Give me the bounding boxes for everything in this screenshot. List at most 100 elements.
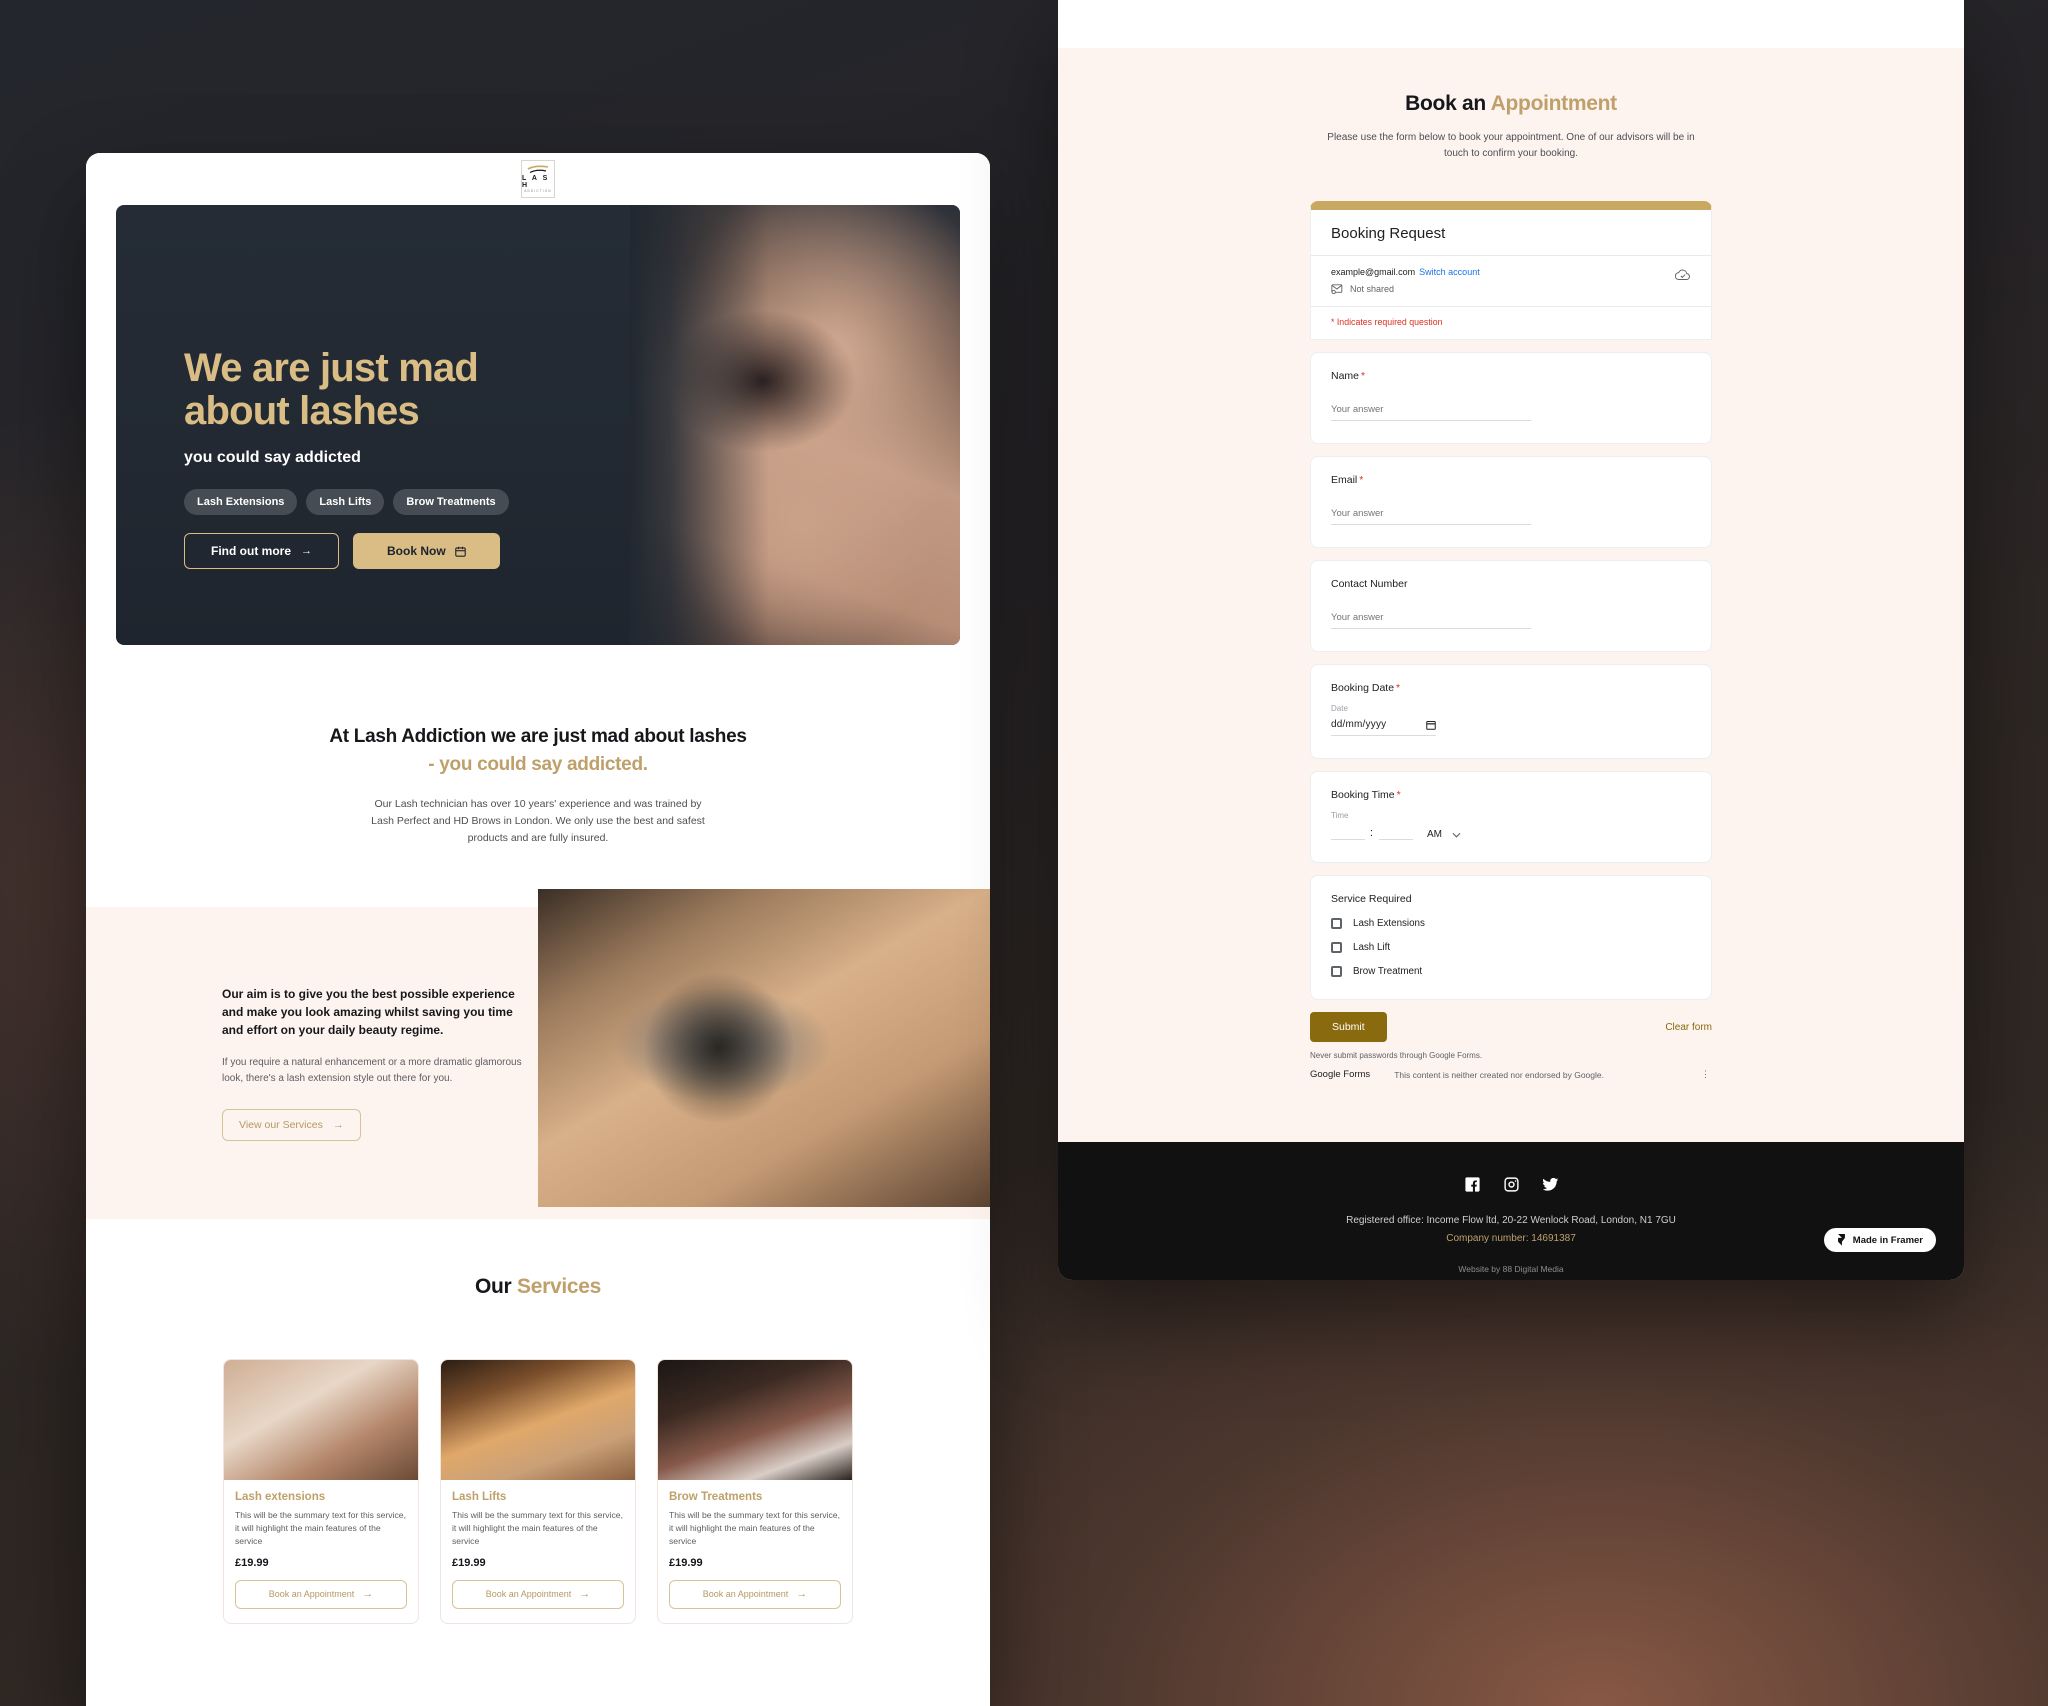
date-value: dd/mm/yyyy xyxy=(1331,719,1387,730)
checkbox-icon[interactable] xyxy=(1331,942,1342,953)
required-star: * xyxy=(1396,789,1401,801)
booking-page-topbar xyxy=(1058,0,1964,48)
book-appointment-button[interactable]: Book an Appointment → xyxy=(669,1579,841,1609)
email-input[interactable]: Your answer xyxy=(1331,508,1531,525)
google-form: Booking Request example@gmail.com Switch … xyxy=(1310,201,1712,1080)
checkbox-row-lash-extensions[interactable]: Lash Extensions xyxy=(1331,918,1691,929)
not-shared-label: Not shared xyxy=(1350,284,1395,294)
checkbox-row-brow-treatment[interactable]: Brow Treatment xyxy=(1331,966,1691,977)
hero-model-photo xyxy=(630,205,960,645)
instagram-icon[interactable] xyxy=(1503,1176,1520,1193)
checkbox-icon[interactable] xyxy=(1331,966,1342,977)
google-forms-footer: Google Forms This content is neither cre… xyxy=(1310,1069,1712,1080)
find-out-more-button[interactable]: Find out more → xyxy=(184,533,339,570)
pill-lash-lifts[interactable]: Lash Lifts xyxy=(306,489,385,516)
google-forms-disclaimer: This content is neither created nor endo… xyxy=(1394,1069,1604,1080)
clear-form-link[interactable]: Clear form xyxy=(1665,1022,1712,1033)
contact-number-input[interactable]: Your answer xyxy=(1331,612,1531,629)
logo-wordmark: L A S H xyxy=(522,174,550,189)
google-form-title: Booking Request xyxy=(1311,210,1711,256)
calendar-picker-icon[interactable] xyxy=(1426,720,1436,730)
service-title: Brow Treatments xyxy=(669,1491,763,1504)
services-heading: Our Services xyxy=(86,1275,990,1299)
arrow-right-icon: → xyxy=(362,1587,374,1600)
aim-eye-photo xyxy=(538,889,990,1208)
question-card-service-required: Service Required Lash Extensions Lash Li… xyxy=(1310,875,1712,1000)
lash-addiction-logo[interactable]: L A S H ADDICTION xyxy=(521,160,555,198)
booking-page-card: Book an Appointment Please use the form … xyxy=(1058,0,1964,1280)
service-price: £19.99 xyxy=(669,1556,703,1569)
password-warning-note: Never submit passwords through Google Fo… xyxy=(1310,1051,1483,1060)
aim-section: Our aim is to give you the best possible… xyxy=(86,889,990,1220)
submit-button[interactable]: Submit xyxy=(1310,1012,1387,1042)
checkbox-icon[interactable] xyxy=(1331,918,1342,929)
booking-heading-black: Book an xyxy=(1405,92,1491,115)
find-out-more-label: Find out more xyxy=(211,544,291,559)
service-card[interactable]: Brow Treatments This will be the summary… xyxy=(657,1359,853,1624)
pill-lash-extensions[interactable]: Lash Extensions xyxy=(184,489,298,516)
meridiem-select[interactable]: AM xyxy=(1427,829,1461,840)
book-now-label: Book Now xyxy=(387,544,446,559)
question-label: Name * xyxy=(1331,370,1691,382)
service-summary: This will be the summary text for this s… xyxy=(235,1510,406,1546)
made-in-framer-badge[interactable]: Made in Framer xyxy=(1823,1228,1936,1252)
services-heading-black: Our xyxy=(475,1275,517,1299)
service-card[interactable]: Lash Lifts This will be the summary text… xyxy=(440,1359,636,1624)
arrow-right-icon: → xyxy=(332,1118,344,1131)
more-options-icon[interactable]: ⋮ xyxy=(1701,1069,1710,1078)
question-label: Booking Time * xyxy=(1331,789,1691,801)
chevron-down-icon[interactable] xyxy=(1452,832,1461,838)
service-card[interactable]: Lash extensions This will be the summary… xyxy=(223,1359,419,1624)
service-thumbnail xyxy=(658,1360,852,1481)
minute-input[interactable] xyxy=(1379,826,1413,840)
book-now-button[interactable]: Book Now xyxy=(353,533,500,570)
required-question-note: * Indicates required question xyxy=(1331,317,1443,327)
not-shared-icon xyxy=(1331,284,1343,294)
question-card-name: Name * Your answer xyxy=(1310,352,1712,444)
question-label: Booking Date * xyxy=(1331,682,1691,694)
checkbox-row-lash-lift[interactable]: Lash Lift xyxy=(1331,942,1691,953)
site-navbar: L A S H ADDICTION xyxy=(86,153,990,205)
book-appointment-button[interactable]: Book an Appointment → xyxy=(452,1579,624,1609)
booking-heading-gold: Appointment xyxy=(1490,92,1617,115)
arrow-right-icon: → xyxy=(579,1587,591,1600)
cloud-saved-icon xyxy=(1675,269,1690,281)
booking-date-input[interactable]: dd/mm/yyyy xyxy=(1331,719,1436,736)
question-card-booking-date: Booking Date * Date dd/mm/yyyy xyxy=(1310,664,1712,759)
about-heading: At Lash Addiction we are just mad about … xyxy=(86,723,990,778)
services-section: Our Services Lash extensions This will b… xyxy=(86,1219,990,1704)
pill-brow-treatments[interactable]: Brow Treatments xyxy=(393,489,509,516)
registered-office-text: Registered office: Income Flow ltd, 20-2… xyxy=(1346,1215,1676,1226)
checkbox-label: Lash Extensions xyxy=(1353,918,1425,929)
service-required-label: Service Required xyxy=(1331,893,1412,905)
hero-heading: We are just mad about lashes xyxy=(184,346,509,433)
service-summary: This will be the summary text for this s… xyxy=(669,1510,840,1546)
view-our-services-button[interactable]: View our Services → xyxy=(222,1109,361,1142)
checkbox-label: Lash Lift xyxy=(1353,942,1391,953)
hour-input[interactable]: : xyxy=(1331,826,1373,840)
question-label: Email * xyxy=(1331,474,1691,486)
switch-account-link[interactable]: Switch account xyxy=(1419,267,1480,277)
logo-subtext: ADDICTION xyxy=(524,188,552,193)
time-sublabel: Time xyxy=(1331,811,1349,820)
about-heading-black: At Lash Addiction we are just mad about … xyxy=(329,726,747,747)
email-question-label: Email xyxy=(1331,474,1358,486)
name-input[interactable]: Your answer xyxy=(1331,404,1531,421)
facebook-icon[interactable] xyxy=(1464,1176,1481,1193)
calendar-icon xyxy=(454,546,466,557)
booking-form-section: Book an Appointment Please use the form … xyxy=(1058,48,1964,1142)
required-star: * xyxy=(1396,682,1401,694)
booking-lead-text: Please use the form below to book your a… xyxy=(1327,132,1695,159)
booking-date-question-label: Booking Date xyxy=(1331,682,1395,694)
time-separator: : xyxy=(1369,827,1373,839)
service-title: Lash extensions xyxy=(235,1491,326,1504)
services-card-list: Lash extensions This will be the summary… xyxy=(86,1359,990,1624)
google-form-header-card: Booking Request example@gmail.com Switch … xyxy=(1310,201,1712,340)
twitter-icon[interactable] xyxy=(1542,1176,1559,1193)
google-forms-brand: Google Forms xyxy=(1310,1069,1371,1080)
framer-badge-label: Made in Framer xyxy=(1852,1234,1923,1246)
question-card-booking-time: Booking Time * Time : AM xyxy=(1310,771,1712,863)
service-thumbnail xyxy=(441,1360,635,1481)
book-appointment-button[interactable]: Book an Appointment → xyxy=(235,1579,407,1609)
book-appointment-label: Book an Appointment xyxy=(485,1589,572,1600)
